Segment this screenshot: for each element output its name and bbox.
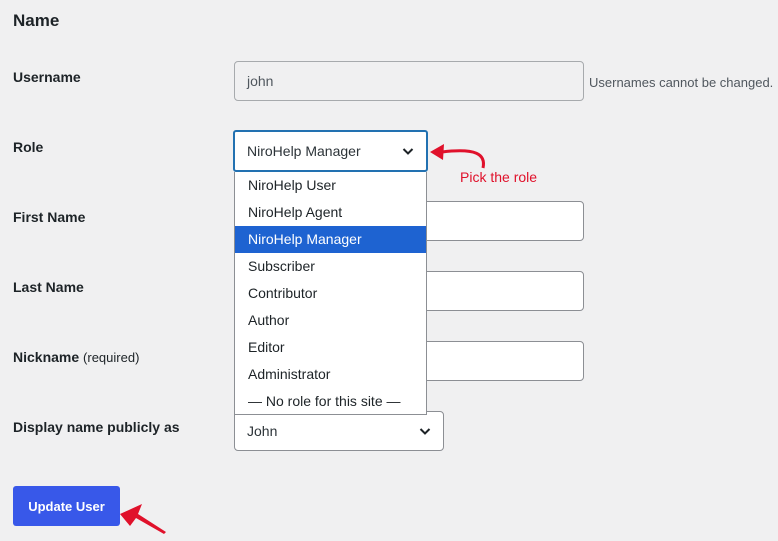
role-option[interactable]: Editor bbox=[235, 334, 426, 361]
username-hint: Usernames cannot be changed. bbox=[589, 75, 774, 90]
role-option[interactable]: Subscriber bbox=[235, 253, 426, 280]
chevron-down-icon bbox=[402, 148, 414, 155]
chevron-down-icon bbox=[419, 428, 431, 435]
role-dropdown-list: NiroHelp User NiroHelp Agent NiroHelp Ma… bbox=[234, 172, 427, 415]
role-option[interactable]: Contributor bbox=[235, 280, 426, 307]
role-select[interactable]: NiroHelp Manager bbox=[233, 130, 428, 172]
role-option-selected[interactable]: NiroHelp Manager bbox=[235, 226, 426, 253]
role-option[interactable]: NiroHelp Agent bbox=[235, 199, 426, 226]
annotation-text: Pick the role bbox=[460, 169, 538, 185]
nickname-label-text: Nickname bbox=[13, 349, 80, 365]
nickname-label: Nickname (required) bbox=[13, 349, 139, 365]
username-label: Username bbox=[13, 69, 81, 85]
display-name-selected-value: John bbox=[247, 423, 278, 439]
role-option[interactable]: Author bbox=[235, 307, 426, 334]
nickname-required-note: (required) bbox=[83, 350, 140, 365]
first-name-label: First Name bbox=[13, 209, 86, 225]
role-option[interactable]: NiroHelp User bbox=[235, 172, 426, 199]
display-name-label: Display name publicly as bbox=[13, 419, 180, 435]
username-input: john bbox=[234, 61, 584, 101]
display-name-select[interactable]: John bbox=[234, 411, 444, 451]
update-user-button[interactable]: Update User bbox=[13, 486, 120, 526]
role-selected-value: NiroHelp Manager bbox=[247, 143, 361, 159]
red-arrow-icon bbox=[120, 504, 166, 534]
username-value: john bbox=[247, 73, 274, 89]
role-label: Role bbox=[13, 139, 44, 155]
section-title: Name bbox=[13, 11, 60, 30]
role-option[interactable]: — No role for this site — bbox=[235, 388, 426, 415]
role-option[interactable]: Administrator bbox=[235, 361, 426, 388]
last-name-label: Last Name bbox=[13, 279, 84, 295]
